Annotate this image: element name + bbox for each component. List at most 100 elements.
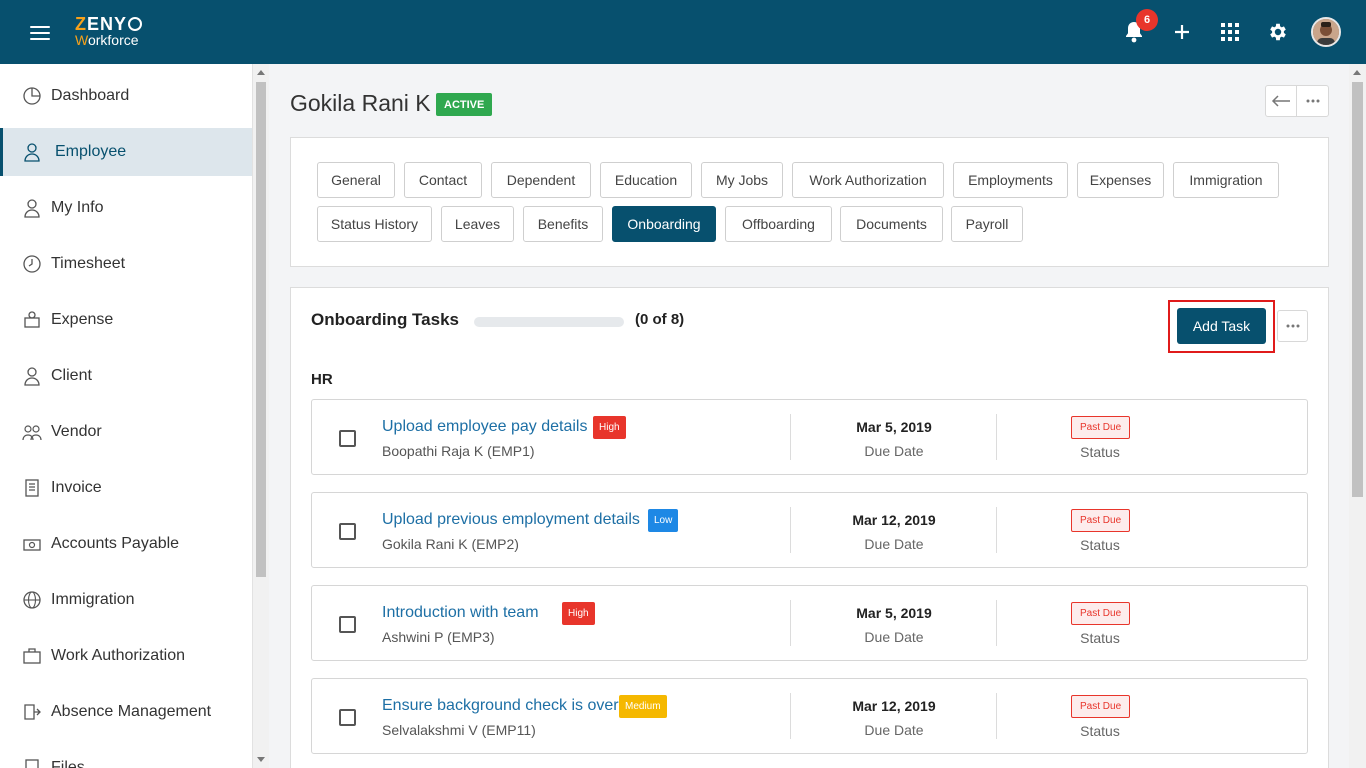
divider — [996, 600, 997, 646]
sidebar: Dashboard Employee My Info Timesheet Expense… — [0, 64, 253, 768]
status-label: Status — [1080, 723, 1120, 739]
divider — [996, 693, 997, 739]
sidebar-item-work-authorization[interactable]: Work Authorization — [0, 632, 252, 680]
tab-payroll[interactable]: Payroll — [951, 206, 1023, 242]
onboarding-progress-bar — [474, 317, 624, 327]
sidebar-item-absence-management[interactable]: Absence Management — [0, 688, 252, 736]
invoice-icon — [22, 478, 42, 498]
task-row: Ensure background check is over Medium Sel… — [311, 678, 1308, 754]
tab-documents[interactable]: Documents — [840, 206, 943, 242]
task-row: Upload employee pay details High Boopathi … — [311, 399, 1308, 475]
divider — [790, 600, 791, 646]
sidebar-item-expense[interactable]: Expense — [0, 296, 252, 344]
sidebar-scrollbar[interactable] — [253, 64, 269, 768]
plus-icon[interactable] — [1168, 18, 1196, 46]
task-status-badge: Past Due — [1071, 602, 1131, 625]
sidebar-item-employee[interactable]: Employee — [0, 128, 252, 176]
sidebar-item-label: Invoice — [51, 479, 102, 496]
sidebar-item-label: Timesheet — [51, 255, 126, 272]
task-name-link[interactable]: Ensure background check is over — [382, 697, 619, 715]
priority-badge: Medium — [619, 695, 667, 718]
task-checkbox[interactable] — [339, 709, 356, 726]
task-due-date: Mar 12, 2019 — [852, 512, 936, 528]
task-name-link[interactable]: Upload previous employment details — [382, 511, 640, 529]
tab-work-authorization[interactable]: Work Authorization — [792, 162, 944, 198]
tasks-more-options-button[interactable] — [1277, 310, 1308, 342]
task-due-date: Mar 5, 2019 — [856, 419, 932, 435]
priority-badge: High — [593, 416, 626, 439]
task-name-link[interactable]: Upload employee pay details — [382, 418, 587, 436]
task-checkbox[interactable] — [339, 430, 356, 447]
sidebar-item-dashboard[interactable]: Dashboard — [0, 72, 252, 120]
task-name-link[interactable]: Introduction with team — [382, 604, 539, 622]
employee-icon — [22, 142, 42, 162]
task-assignee: Ashwini P (EMP3) — [382, 629, 495, 645]
tab-offboarding[interactable]: Offboarding — [725, 206, 832, 242]
app-logo[interactable]: ZENY Workforce — [75, 15, 143, 47]
sidebar-item-label: Dashboard — [51, 87, 130, 104]
sidebar-item-accounts-payable[interactable]: Accounts Payable — [0, 520, 252, 568]
globe-icon — [22, 590, 42, 610]
expense-icon — [22, 310, 42, 330]
sidebar-item-my-info[interactable]: My Info — [0, 184, 252, 232]
task-status-badge: Past Due — [1071, 416, 1131, 439]
my-info-icon — [22, 198, 42, 218]
files-icon — [22, 758, 42, 768]
sidebar-item-label: Accounts Payable — [51, 535, 180, 552]
task-assignee: Selvalakshmi V (EMP11) — [382, 722, 536, 738]
tab-immigration[interactable]: Immigration — [1173, 162, 1279, 198]
task-due-date: Mar 5, 2019 — [856, 605, 932, 621]
hamburger-menu-icon[interactable] — [30, 26, 50, 40]
sidebar-item-timesheet[interactable]: Timesheet — [0, 240, 252, 288]
onboarding-tasks-title: Onboarding Tasks — [311, 310, 459, 329]
sidebar-item-label: Expense — [51, 311, 114, 328]
tab-onboarding[interactable]: Onboarding — [612, 206, 716, 242]
tab-status-history[interactable]: Status History — [317, 206, 432, 242]
sidebar-item-files[interactable]: Files — [0, 744, 252, 768]
tabs-card: General Contact Dependent Education My Jobs W… — [290, 137, 1329, 267]
tab-my-jobs[interactable]: My Jobs — [701, 162, 783, 198]
priority-badge: Low — [648, 509, 679, 532]
status-badge: ACTIVE — [436, 93, 493, 116]
more-options-icon[interactable] — [1297, 86, 1328, 116]
sidebar-item-label: Immigration — [51, 591, 135, 608]
absence-icon — [22, 702, 42, 722]
tab-employments[interactable]: Employments — [953, 162, 1068, 198]
sidebar-item-client[interactable]: Client — [0, 352, 252, 400]
main-scrollbar[interactable] — [1349, 64, 1366, 768]
task-checkbox[interactable] — [339, 616, 356, 633]
user-avatar[interactable] — [1311, 17, 1341, 47]
tab-dependent[interactable]: Dependent — [491, 162, 591, 198]
back-arrow-icon[interactable] — [1266, 86, 1298, 116]
gear-icon[interactable] — [1264, 18, 1292, 46]
sidebar-item-immigration[interactable]: Immigration — [0, 576, 252, 624]
due-date-label: Due Date — [864, 443, 924, 459]
sidebar-item-label: Client — [51, 367, 92, 384]
task-group-label: HR — [311, 371, 333, 388]
header-actions — [1265, 85, 1329, 117]
sidebar-item-vendor[interactable]: Vendor — [0, 408, 252, 456]
divider — [790, 507, 791, 553]
tab-contact[interactable]: Contact — [404, 162, 482, 198]
due-date-label: Due Date — [864, 536, 924, 552]
tab-education[interactable]: Education — [600, 162, 692, 198]
tab-expenses[interactable]: Expenses — [1077, 162, 1164, 198]
accounts-payable-icon — [22, 534, 42, 554]
sidebar-item-label: Employee — [55, 143, 127, 160]
vendor-icon — [22, 422, 42, 442]
task-assignee: Gokila Rani K (EMP2) — [382, 536, 519, 552]
briefcase-icon — [22, 646, 42, 666]
tab-leaves[interactable]: Leaves — [441, 206, 514, 242]
due-date-label: Due Date — [864, 629, 924, 645]
sidebar-item-label: Vendor — [51, 423, 102, 440]
tab-general[interactable]: General — [317, 162, 395, 198]
add-task-button[interactable]: Add Task — [1177, 308, 1266, 344]
apps-grid-icon[interactable] — [1216, 18, 1244, 46]
sidebar-item-invoice[interactable]: Invoice — [0, 464, 252, 512]
task-checkbox[interactable] — [339, 523, 356, 540]
tab-benefits[interactable]: Benefits — [523, 206, 603, 242]
sidebar-item-label: Work Authorization — [51, 647, 185, 664]
page-title: Gokila Rani K — [290, 90, 431, 116]
status-label: Status — [1080, 444, 1120, 460]
status-label: Status — [1080, 630, 1120, 646]
